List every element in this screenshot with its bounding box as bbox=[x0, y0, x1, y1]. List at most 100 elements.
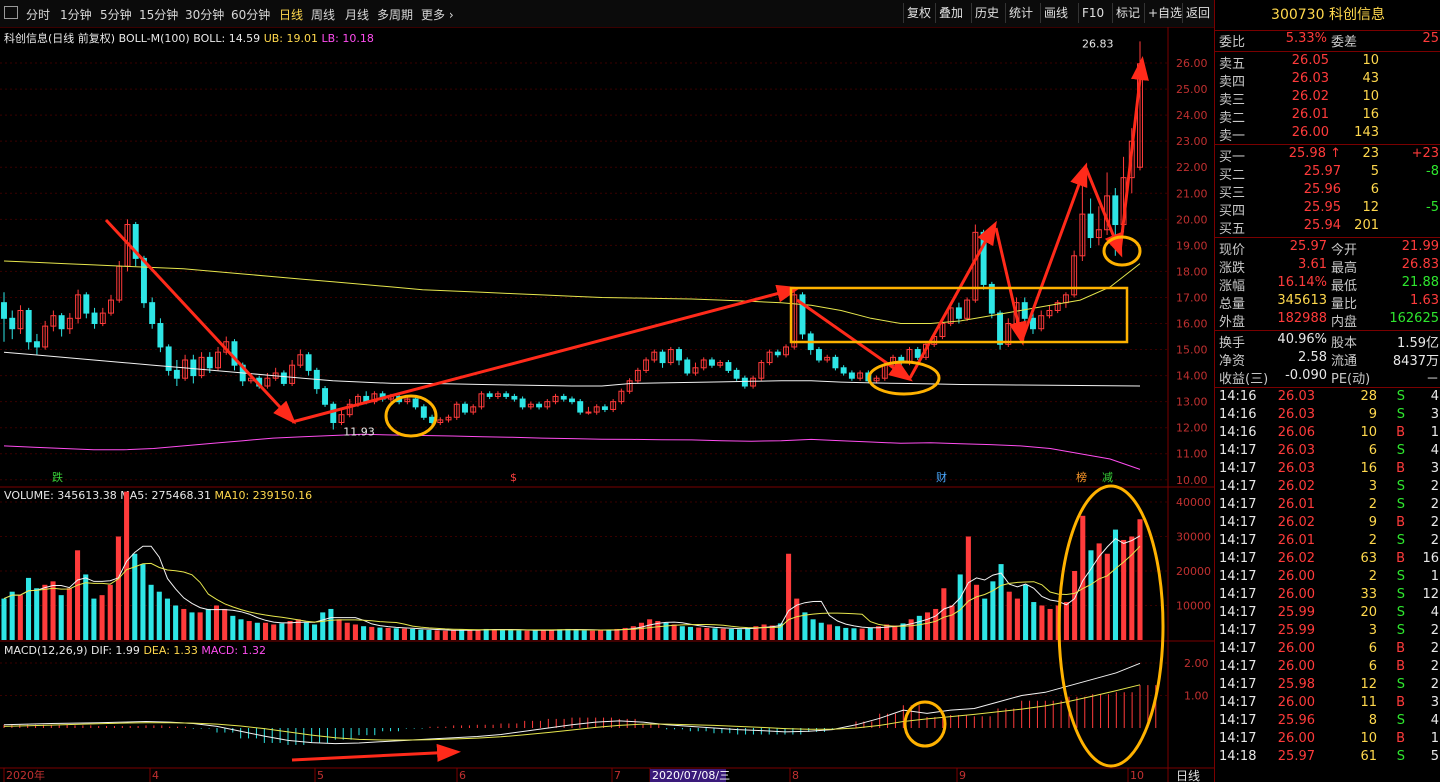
volume-bar bbox=[66, 588, 72, 640]
tick-count: 2 bbox=[1430, 677, 1439, 692]
volume-bar bbox=[213, 605, 220, 640]
volume-tick-label: 40000 bbox=[1176, 496, 1211, 509]
tab-1[interactable]: 1分钟 bbox=[60, 6, 92, 23]
tool-5[interactable]: F10 bbox=[1078, 3, 1107, 23]
tab-10[interactable]: 更多 › bbox=[421, 6, 454, 23]
candle-body bbox=[462, 403, 468, 413]
volume-bar bbox=[107, 584, 113, 640]
bid-price: 25.98 ↑ bbox=[1288, 146, 1341, 161]
candle-body bbox=[848, 372, 855, 379]
volume-bar bbox=[933, 608, 939, 640]
tick-volume: 6 bbox=[1368, 443, 1377, 458]
tab-0[interactable]: 分时 bbox=[26, 6, 50, 23]
tick-side: S bbox=[1396, 713, 1405, 728]
candle-body bbox=[708, 359, 715, 366]
tick-volume: 61 bbox=[1360, 749, 1377, 764]
tick-row-3: 14:17 26.03 6 S 4 bbox=[1215, 443, 1440, 461]
tool-6[interactable]: 标记 bbox=[1112, 3, 1143, 23]
tick-count: 4 bbox=[1430, 389, 1439, 404]
bid-volume: 201 bbox=[1354, 218, 1379, 233]
tick-side: S bbox=[1396, 407, 1405, 422]
bid-price: 25.94 bbox=[1303, 218, 1341, 233]
candle-body bbox=[1030, 317, 1036, 330]
tool-7[interactable]: +自选 bbox=[1144, 3, 1185, 23]
candle-body bbox=[280, 372, 287, 384]
ask-price: 26.03 bbox=[1291, 71, 1329, 86]
panel-separator bbox=[1215, 237, 1440, 238]
tick-row-18: 14:17 25.96 8 S 4 bbox=[1215, 713, 1440, 731]
candle-body bbox=[83, 294, 90, 314]
tool-0[interactable]: 复权 bbox=[903, 3, 934, 23]
tick-row-4: 14:17 26.03 16 B 3 bbox=[1215, 461, 1440, 479]
tool-4[interactable]: 画线 bbox=[1040, 3, 1071, 23]
tick-row-14: 14:17 26.00 6 B 2 bbox=[1215, 641, 1440, 659]
kline-chart[interactable]: 26.00 25.00 24.00 23.00 22.00 21.00 20.00 19.00… bbox=[0, 27, 1214, 782]
weicha-label: 委差 bbox=[1331, 35, 1358, 50]
tool-3[interactable]: 统计 bbox=[1005, 3, 1036, 23]
window-icon[interactable] bbox=[4, 6, 18, 19]
tab-8[interactable]: 月线 bbox=[345, 6, 369, 23]
volume-bar bbox=[197, 612, 203, 640]
info-label-2: PE(动) bbox=[1331, 372, 1371, 387]
tick-price: 25.97 bbox=[1277, 749, 1315, 764]
tab-6[interactable]: 日线 bbox=[279, 6, 303, 23]
tab-4[interactable]: 30分钟 bbox=[185, 6, 224, 23]
candle-body bbox=[815, 349, 822, 361]
tab-9[interactable]: 多周期 bbox=[377, 6, 413, 23]
tick-price: 26.02 bbox=[1277, 515, 1315, 530]
volume-bar bbox=[377, 627, 383, 640]
tick-price: 26.03 bbox=[1277, 389, 1315, 404]
volume-bar bbox=[459, 629, 465, 640]
tool-2[interactable]: 历史 bbox=[971, 3, 1002, 23]
tick-price: 26.00 bbox=[1277, 731, 1315, 746]
candle-body bbox=[676, 349, 682, 361]
volume-bar bbox=[344, 622, 350, 640]
tick-row-11: 14:17 26.00 33 S 12 bbox=[1215, 587, 1440, 605]
tab-3[interactable]: 15分钟 bbox=[139, 6, 178, 23]
volume-bar bbox=[949, 605, 955, 640]
volume-bar bbox=[442, 630, 448, 640]
tick-price: 25.99 bbox=[1277, 605, 1315, 620]
volume-bar bbox=[508, 629, 514, 640]
macd-tick-label: 1.00 bbox=[1184, 690, 1209, 703]
stat-label-2: 最低 bbox=[1331, 279, 1358, 294]
volume-bar bbox=[222, 608, 228, 640]
stat-value-2: 1.63 bbox=[1410, 293, 1439, 308]
volume-bar bbox=[1072, 571, 1078, 640]
tick-volume: 3 bbox=[1368, 479, 1377, 494]
boll-lb-line bbox=[3, 433, 1141, 470]
volume-bar bbox=[1129, 536, 1135, 640]
tick-time: 14:17 bbox=[1219, 659, 1257, 674]
stat-row-2: 涨幅 16.14% 最低 21.88 bbox=[1215, 275, 1440, 294]
volume-bar bbox=[328, 608, 334, 640]
stock-title[interactable]: 300730 科创信息 bbox=[1215, 0, 1440, 31]
tab-5[interactable]: 60分钟 bbox=[231, 6, 270, 23]
panel-separator bbox=[1215, 51, 1440, 52]
tool-1[interactable]: 叠加 bbox=[935, 3, 966, 23]
candle-body bbox=[149, 302, 156, 325]
volume-bar bbox=[573, 629, 579, 640]
volume-bar bbox=[434, 630, 440, 640]
candle-body bbox=[33, 341, 40, 348]
candle-body bbox=[420, 406, 427, 418]
stat-value-2: 26.83 bbox=[1401, 257, 1439, 272]
event-marker: 跌 bbox=[52, 470, 63, 484]
candle-body bbox=[91, 312, 98, 325]
tab-7[interactable]: 周线 bbox=[311, 6, 335, 23]
tick-count: 1 bbox=[1430, 569, 1439, 584]
volume-bar bbox=[499, 629, 506, 640]
volume-bar bbox=[254, 622, 260, 640]
boll-mid-line bbox=[3, 351, 1141, 387]
tick-volume: 28 bbox=[1360, 389, 1377, 404]
tick-price: 26.00 bbox=[1277, 587, 1315, 602]
annot-arrow-up-2 bbox=[908, 220, 997, 379]
volume-bar bbox=[361, 626, 367, 640]
tick-count: 2 bbox=[1430, 479, 1439, 494]
tab-2[interactable]: 5分钟 bbox=[100, 6, 132, 23]
tool-8[interactable]: 返回 bbox=[1182, 3, 1213, 23]
volume-bar bbox=[1, 598, 7, 640]
panel-separator bbox=[1215, 330, 1440, 331]
tick-volume: 33 bbox=[1360, 587, 1377, 602]
ask-label: 卖三 bbox=[1219, 93, 1246, 108]
stat-label-2: 内盘 bbox=[1331, 315, 1358, 330]
